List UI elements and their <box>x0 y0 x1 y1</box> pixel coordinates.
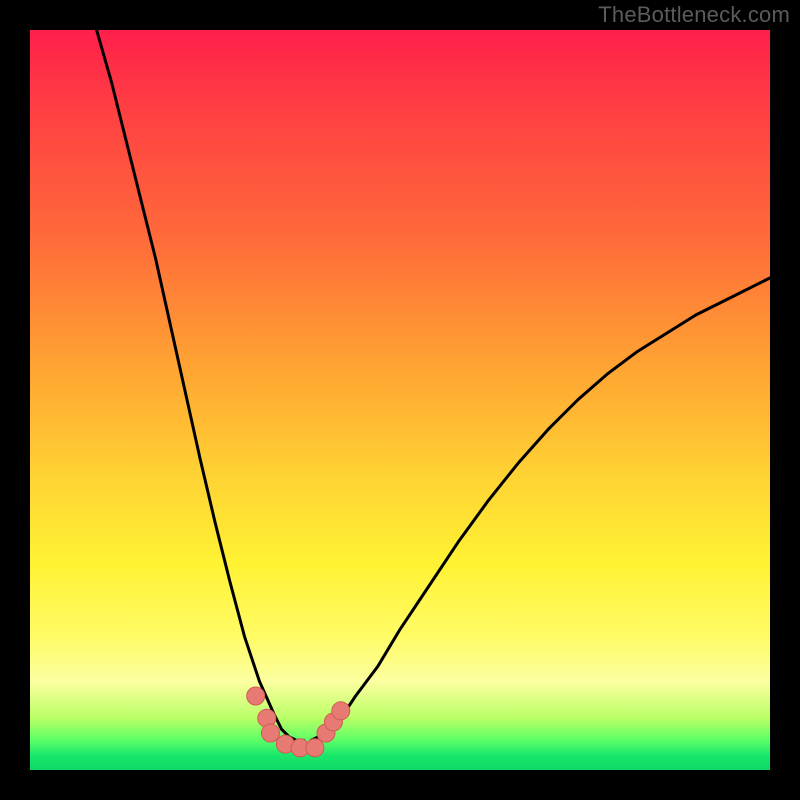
curve-svg <box>30 30 770 770</box>
watermark-text: TheBottleneck.com <box>598 2 790 28</box>
marker-m1 <box>247 687 265 705</box>
plot-area <box>30 30 770 770</box>
chart-frame: TheBottleneck.com <box>0 0 800 800</box>
series-left-curve <box>97 30 304 740</box>
markers-group <box>247 687 350 757</box>
series-right-curve <box>311 278 770 741</box>
marker-m9 <box>332 702 350 720</box>
marker-m6 <box>306 739 324 757</box>
marker-m3 <box>262 724 280 742</box>
curves-group <box>97 30 770 740</box>
